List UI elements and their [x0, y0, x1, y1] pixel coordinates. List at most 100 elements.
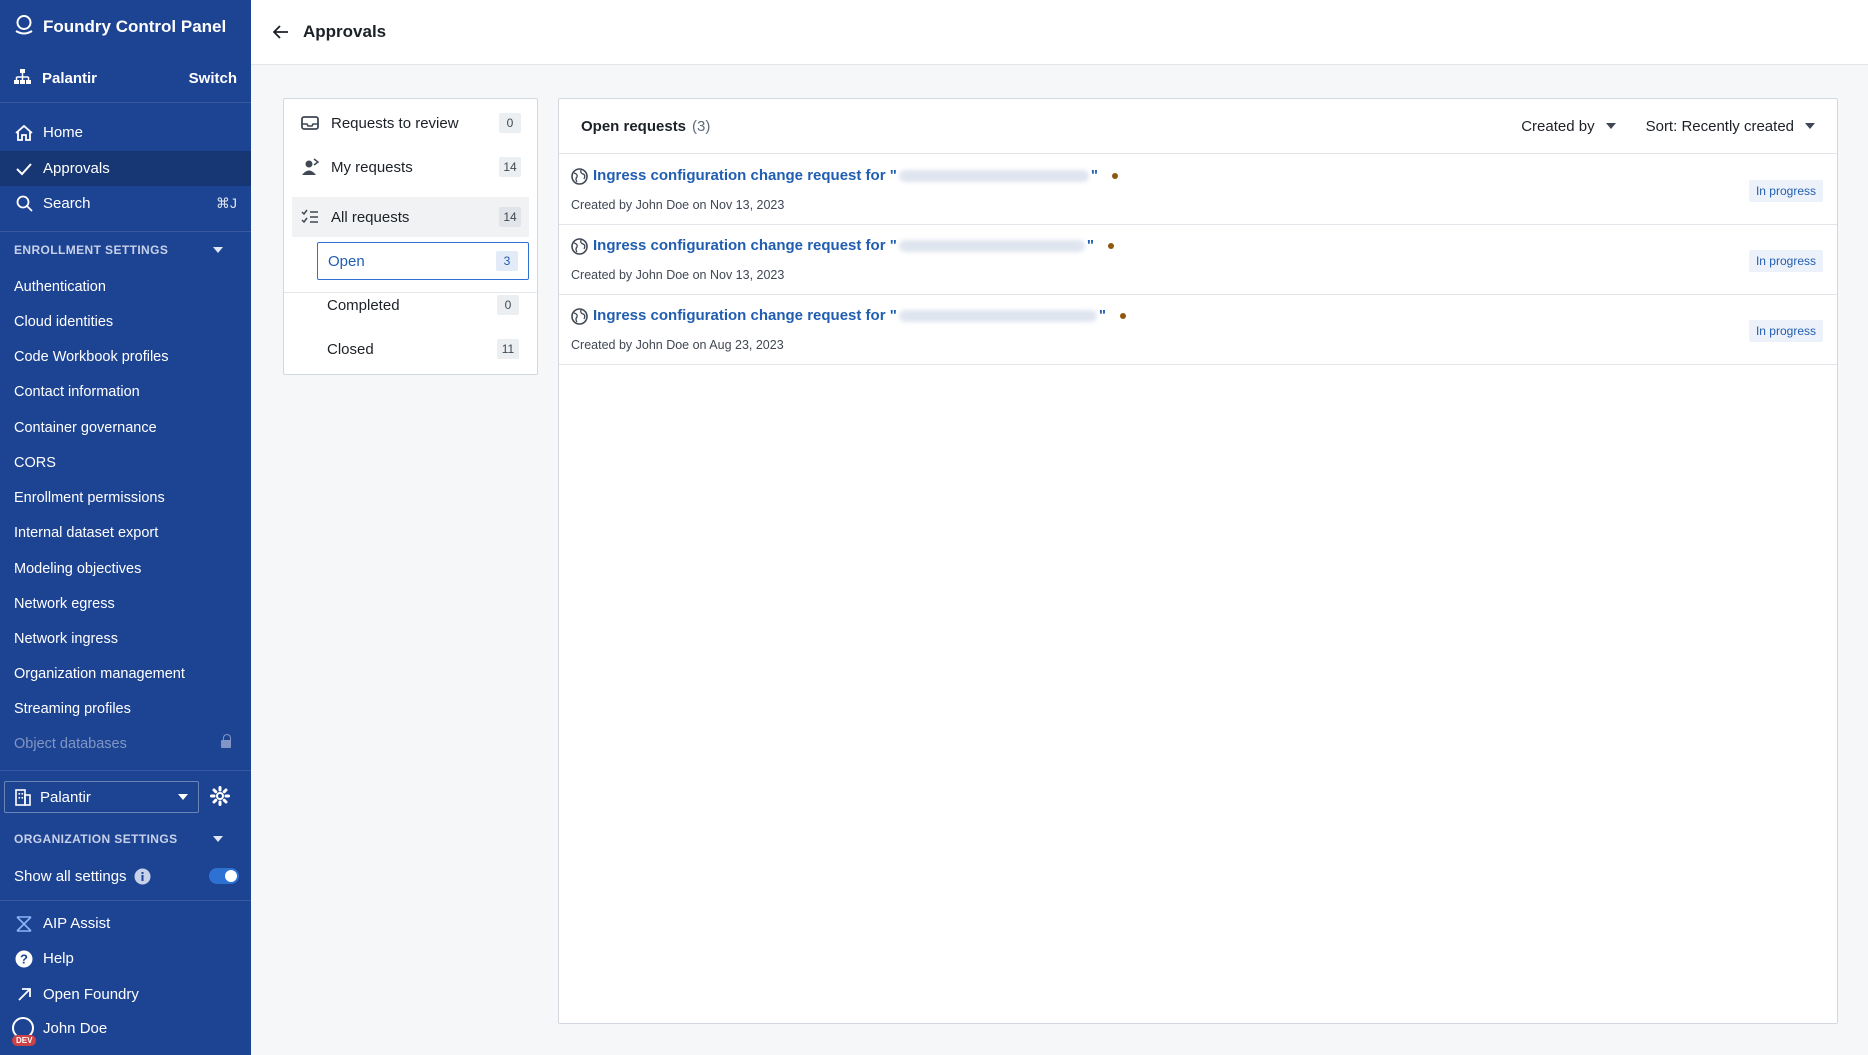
globe-icon [571, 238, 588, 260]
status-badge: In progress [1748, 320, 1823, 342]
list-item[interactable]: Ingress configuration change request for… [559, 155, 1837, 225]
request-title-link[interactable]: Ingress configuration change request for… [593, 167, 1118, 184]
setting-contact-information[interactable]: Contact information [14, 384, 140, 400]
globe-icon [571, 308, 588, 330]
nav-help-label: Help [43, 950, 74, 967]
request-title-suffix: " [1098, 307, 1106, 324]
globe-icon [571, 168, 588, 190]
hierarchy-icon [14, 68, 31, 89]
back-arrow-icon[interactable] [273, 25, 289, 39]
organization-settings-header[interactable]: ORGANIZATION SETTINGS [0, 824, 251, 854]
organization-select-value: Palantir [40, 788, 91, 806]
app-title-label: Foundry Control Panel [43, 17, 227, 36]
setting-streaming-profiles[interactable]: Streaming profiles [14, 701, 131, 717]
request-meta: Created by John Doe on Nov 13, 2023 [571, 198, 785, 212]
divider [0, 770, 251, 771]
foundry-logo-icon [14, 14, 34, 41]
setting-organization-management[interactable]: Organization management [14, 666, 185, 682]
filter-requests-to-review[interactable]: Requests to review 0 [292, 103, 529, 143]
nav-aip-assist[interactable]: AIP Assist [0, 906, 251, 941]
check-icon [14, 162, 34, 176]
filter-closed[interactable]: Closed 11 [317, 330, 529, 368]
chevron-down-icon [1605, 123, 1616, 129]
setting-cors[interactable]: CORS [14, 455, 56, 471]
building-icon [15, 788, 31, 806]
nav-home-label: Home [43, 124, 84, 141]
nav-open-foundry-label: Open Foundry [43, 986, 139, 1003]
sort-dropdown[interactable]: Sort: Recently created [1646, 118, 1815, 135]
created-by-dropdown[interactable]: Created by [1521, 117, 1616, 135]
setting-container-governance[interactable]: Container governance [14, 420, 157, 436]
nav-approvals-label: Approvals [43, 160, 110, 177]
user-name: John Doe [43, 1020, 108, 1037]
request-meta: Created by John Doe on Aug 23, 2023 [571, 338, 784, 352]
filter-my-requests[interactable]: My requests 14 [292, 147, 529, 187]
setting-modeling-objectives[interactable]: Modeling objectives [14, 561, 141, 577]
setting-code-workbook-profiles[interactable]: Code Workbook profiles [14, 349, 168, 365]
org-switcher[interactable]: Palantir Switch [0, 60, 251, 96]
user-menu[interactable]: John Doe [0, 1011, 251, 1046]
nav-search-label: Search [43, 195, 91, 212]
request-filters: Requests to review 0 My requests 14 All … [283, 98, 539, 375]
show-all-settings-label: Show all settings [14, 868, 127, 885]
lock-icon [221, 734, 231, 748]
filter-all-requests-label: All requests [331, 208, 410, 226]
setting-authentication[interactable]: Authentication [14, 279, 106, 295]
list-item[interactable]: Ingress configuration change request for… [559, 295, 1837, 365]
switch-org-button[interactable]: Switch [189, 70, 237, 87]
created-by-label: Created by [1521, 117, 1595, 135]
enrollment-settings-title: ENROLLMENT SETTINGS [14, 243, 169, 257]
chevron-down-icon [213, 836, 223, 842]
env-badge: DEV [12, 1035, 37, 1046]
request-title-link[interactable]: Ingress configuration change request for… [593, 307, 1126, 324]
checklist-icon [300, 209, 320, 225]
info-icon [134, 868, 151, 885]
list-item[interactable]: Ingress configuration change request for… [559, 225, 1837, 295]
divider [0, 102, 251, 103]
inbox-icon [300, 116, 320, 130]
setting-cloud-identities[interactable]: Cloud identities [14, 314, 113, 330]
redacted-hostname [898, 309, 1097, 322]
request-title-prefix: Ingress configuration change request for… [593, 237, 897, 254]
filter-count-badge: 14 [499, 207, 521, 227]
nav-aip-assist-label: AIP Assist [43, 915, 111, 932]
nav-open-foundry[interactable]: Open Foundry [0, 977, 251, 1012]
unread-dot [1107, 242, 1114, 249]
status-badge: In progress [1748, 180, 1823, 202]
nav-approvals[interactable]: Approvals [0, 151, 251, 186]
request-title-prefix: Ingress configuration change request for… [593, 167, 897, 184]
setting-network-egress[interactable]: Network egress [14, 596, 115, 612]
gear-icon[interactable] [210, 786, 230, 811]
filter-completed[interactable]: Completed 0 [317, 286, 529, 324]
list-count: (3) [692, 117, 711, 135]
filter-all-requests[interactable]: All requests 14 [292, 197, 529, 237]
nav-search[interactable]: Search ⌘J [0, 186, 251, 221]
page-title: Approvals [303, 22, 387, 41]
filter-open-label: Open [328, 252, 365, 270]
app-title[interactable]: Foundry Control Panel [14, 14, 226, 40]
show-all-settings-toggle[interactable] [209, 868, 239, 884]
sort-label: Sort: Recently created [1645, 117, 1794, 135]
nav-home[interactable]: Home [0, 115, 251, 150]
filter-open[interactable]: Open 3 [317, 242, 529, 280]
redacted-hostname [898, 169, 1089, 182]
page-header: Approvals [251, 0, 1868, 65]
filter-count-badge: 14 [499, 157, 521, 177]
setting-network-ingress[interactable]: Network ingress [14, 631, 118, 647]
filter-closed-label: Closed [327, 340, 374, 358]
setting-internal-dataset-export[interactable]: Internal dataset export [14, 525, 158, 541]
filter-count-badge: 0 [499, 113, 521, 133]
enrollment-settings-header[interactable]: ENROLLMENT SETTINGS [0, 235, 251, 265]
organization-select[interactable]: Palantir [4, 781, 199, 813]
divider [0, 231, 251, 232]
nav-help[interactable]: ? Help [0, 941, 251, 976]
home-icon [14, 124, 34, 141]
request-title-suffix: " [1086, 237, 1094, 254]
sidebar: Foundry Control Panel Palantir Switch Ho… [0, 0, 251, 1055]
setting-enrollment-permissions[interactable]: Enrollment permissions [14, 490, 165, 506]
help-icon: ? [14, 950, 34, 968]
arrow-up-right-icon [14, 987, 34, 1002]
filter-completed-label: Completed [327, 296, 400, 314]
request-title-link[interactable]: Ingress configuration change request for… [593, 237, 1114, 254]
request-title-suffix: " [1090, 167, 1098, 184]
